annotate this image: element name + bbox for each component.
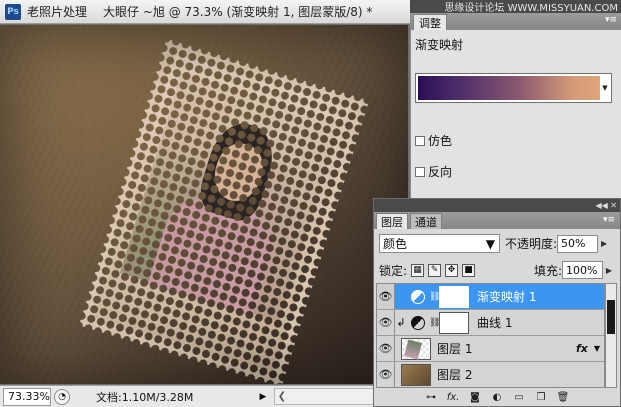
adjustments-panel: 调整 ▾≡ 渐变映射 ▼ 仿色 反向 xyxy=(410,13,621,198)
layer-name[interactable]: 曲线 1 xyxy=(477,314,512,331)
stamp-photo-image xyxy=(78,38,370,384)
gradient-dropdown-icon[interactable]: ▼ xyxy=(601,76,609,100)
scroll-left-arrow-icon[interactable]: ❮ xyxy=(275,389,289,404)
dither-label: 仿色 xyxy=(428,134,453,148)
layers-menu-icon[interactable]: ▾≡ xyxy=(603,215,615,225)
opacity-label: 不透明度: xyxy=(505,237,558,251)
layer-row-layer1[interactable]: 👁 图层 1 fx ▼ xyxy=(377,336,604,362)
layers-scrollbar[interactable] xyxy=(605,283,617,388)
add-mask-icon[interactable]: ◙ xyxy=(468,391,482,404)
gradient-picker[interactable]: ▼ xyxy=(415,73,612,103)
reverse-checkbox-row[interactable]: 反向 xyxy=(415,163,452,180)
opacity-input[interactable]: 50% xyxy=(557,234,599,253)
layer-name[interactable]: 图层 2 xyxy=(437,366,472,383)
adjustment-layer-icon xyxy=(411,315,425,330)
eye-icon[interactable]: 👁 xyxy=(377,362,395,387)
lock-all-icon[interactable]: ■ xyxy=(462,263,476,277)
link-icon[interactable]: ⛓ xyxy=(429,318,440,328)
watermark-text: 思缘设计论坛 WWW.MISSYUAN.COM xyxy=(410,0,621,13)
eye-icon[interactable]: 👁 xyxy=(377,310,395,335)
adjustment-layer-icon xyxy=(411,289,425,304)
lock-label: 锁定: xyxy=(379,263,408,278)
link-layers-icon[interactable]: ⊶ xyxy=(424,391,438,404)
adjustment-title: 渐变映射 xyxy=(415,38,464,52)
layers-panel: ◀◀ ✕ 图层 通道 ▾≡ 颜色 ▼ 不透明度: 50% ▶ 锁定: ▦ ✎ ✥… xyxy=(373,198,621,407)
reverse-label: 反向 xyxy=(428,165,453,179)
eye-icon[interactable]: 👁 xyxy=(377,284,395,309)
layer-mask-thumbnail[interactable] xyxy=(439,311,469,334)
lock-transparent-icon[interactable]: ▦ xyxy=(411,263,425,277)
fx-icon[interactable]: fx xyxy=(576,342,588,355)
tab-adjustments[interactable]: 调整 xyxy=(413,14,447,30)
fill-label: 填充: xyxy=(533,263,562,278)
dither-checkbox[interactable] xyxy=(415,135,425,146)
expand-effects-icon[interactable]: ▼ xyxy=(594,344,600,353)
scrollbar-thumb[interactable] xyxy=(607,300,615,334)
document-titlebar[interactable]: Ps 老照片处理 大眼仔 ~旭 @ 73.3% (渐变映射 1, 图层蒙版/8)… xyxy=(0,0,410,24)
fill-slider-arrow-icon[interactable]: ▶ xyxy=(603,266,615,275)
status-menu-arrow-icon[interactable]: ▶ xyxy=(256,389,270,405)
lock-move-icon[interactable]: ✥ xyxy=(445,263,459,277)
tab-channels[interactable]: 通道 xyxy=(410,213,442,229)
layer-row-layer2[interactable]: 👁 图层 2 xyxy=(377,362,604,387)
layers-footer: ⊶ fx. ◙ ◐ ▭ ❐ 🗑 xyxy=(374,389,620,406)
layer-mask-thumbnail[interactable] xyxy=(439,285,469,308)
document-size-info: 文档:1.10M/3.28M xyxy=(96,390,194,404)
photoshop-logo-icon: Ps xyxy=(5,3,21,20)
new-layer-icon[interactable]: ❐ xyxy=(534,391,548,404)
layer-name[interactable]: 图层 1 xyxy=(437,340,472,357)
opacity-slider-arrow-icon[interactable]: ▶ xyxy=(598,239,610,248)
chevron-down-icon: ▼ xyxy=(485,236,495,251)
clipping-arrow-icon: ↲ xyxy=(396,316,406,329)
eye-icon[interactable]: 👁 xyxy=(377,336,395,361)
trash-icon[interactable]: 🗑 xyxy=(556,391,570,404)
new-adjustment-icon[interactable]: ◐ xyxy=(490,391,504,404)
blend-mode-select[interactable]: 颜色 ▼ xyxy=(379,234,500,253)
dither-checkbox-row[interactable]: 仿色 xyxy=(415,132,452,149)
gradient-swatch[interactable] xyxy=(418,76,600,100)
tab-layers[interactable]: 图层 xyxy=(376,213,408,229)
fx-menu-icon[interactable]: fx. xyxy=(446,391,460,404)
zoom-field[interactable]: 73.33% xyxy=(3,387,51,406)
app-title: 老照片处理 xyxy=(27,5,88,19)
reverse-checkbox[interactable] xyxy=(415,166,425,177)
layer-list: 👁 ⛓ 渐变映射 1 👁 ↲ ⛓ 曲线 1 👁 图层 1 fx ▼ 👁 图层 2 xyxy=(376,283,605,388)
panel-menu-icon[interactable]: ▾≡ xyxy=(605,15,617,25)
layer-thumbnail xyxy=(401,337,431,360)
document-canvas[interactable] xyxy=(0,25,408,384)
new-group-icon[interactable]: ▭ xyxy=(512,391,526,404)
status-bar: 73.33% ◔ 文档:1.10M/3.28M ▶ ❮ xyxy=(0,385,410,407)
document-title: 大眼仔 ~旭 @ 73.3% (渐变映射 1, 图层蒙版/8) * xyxy=(103,5,373,19)
blend-mode-value: 颜色 xyxy=(383,237,408,251)
status-info-icon[interactable]: ◔ xyxy=(54,388,70,405)
layer-row-gradient-map[interactable]: 👁 ⛓ 渐变映射 1 xyxy=(377,284,604,310)
lock-brush-icon[interactable]: ✎ xyxy=(428,263,442,277)
link-icon[interactable]: ⛓ xyxy=(429,292,440,302)
fill-input[interactable]: 100% xyxy=(562,261,603,279)
layers-panel-header[interactable]: ◀◀ ✕ xyxy=(374,199,620,212)
layer-thumbnail xyxy=(401,363,431,386)
layer-row-curves[interactable]: 👁 ↲ ⛓ 曲线 1 xyxy=(377,310,604,336)
layer-name[interactable]: 渐变映射 1 xyxy=(477,288,536,305)
